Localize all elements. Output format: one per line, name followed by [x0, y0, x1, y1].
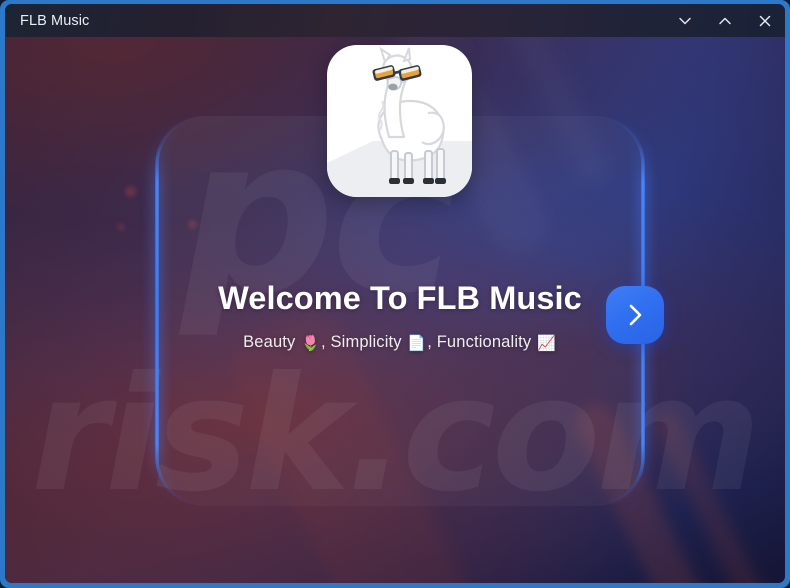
subtitle-separator-2: ,: [427, 333, 437, 352]
page-title: Welcome To FLB Music: [218, 280, 582, 316]
app-window: pc risk.com: [0, 0, 790, 588]
tulip-icon: 🌷: [301, 334, 320, 353]
background-dot: [125, 186, 136, 197]
welcome-subtitle: Beauty 🌷, Simplicity 📄, Functionality 📈: [157, 333, 643, 352]
subtitle-word-simplicity: Simplicity: [330, 333, 402, 352]
chevron-down-icon: [679, 17, 691, 24]
subtitle-word-beauty: Beauty: [243, 333, 296, 352]
flb-music-logo: [327, 45, 472, 197]
window-inner: pc risk.com: [5, 4, 785, 583]
next-button[interactable]: [606, 286, 664, 344]
chart-increasing-icon: 📈: [537, 334, 556, 353]
chevron-up-icon: [719, 17, 731, 24]
subtitle-word-functionality: Functionality: [436, 333, 532, 352]
close-button[interactable]: [745, 4, 785, 37]
background-dot: [117, 223, 125, 231]
welcome-block: Welcome To FLB Music Beauty 🌷, Simplicit…: [157, 280, 643, 352]
close-icon: [759, 15, 771, 26]
chevron-right-icon: [629, 304, 642, 326]
page-icon: 📄: [407, 334, 427, 353]
window-title: FLB Music: [20, 12, 90, 29]
window-controls: [665, 4, 785, 37]
minimize-button[interactable]: [665, 4, 705, 37]
content-stage: pc risk.com: [5, 4, 785, 583]
title-bar[interactable]: FLB Music: [5, 4, 785, 37]
llama-icon: [327, 46, 472, 197]
maximize-button[interactable]: [705, 4, 745, 37]
